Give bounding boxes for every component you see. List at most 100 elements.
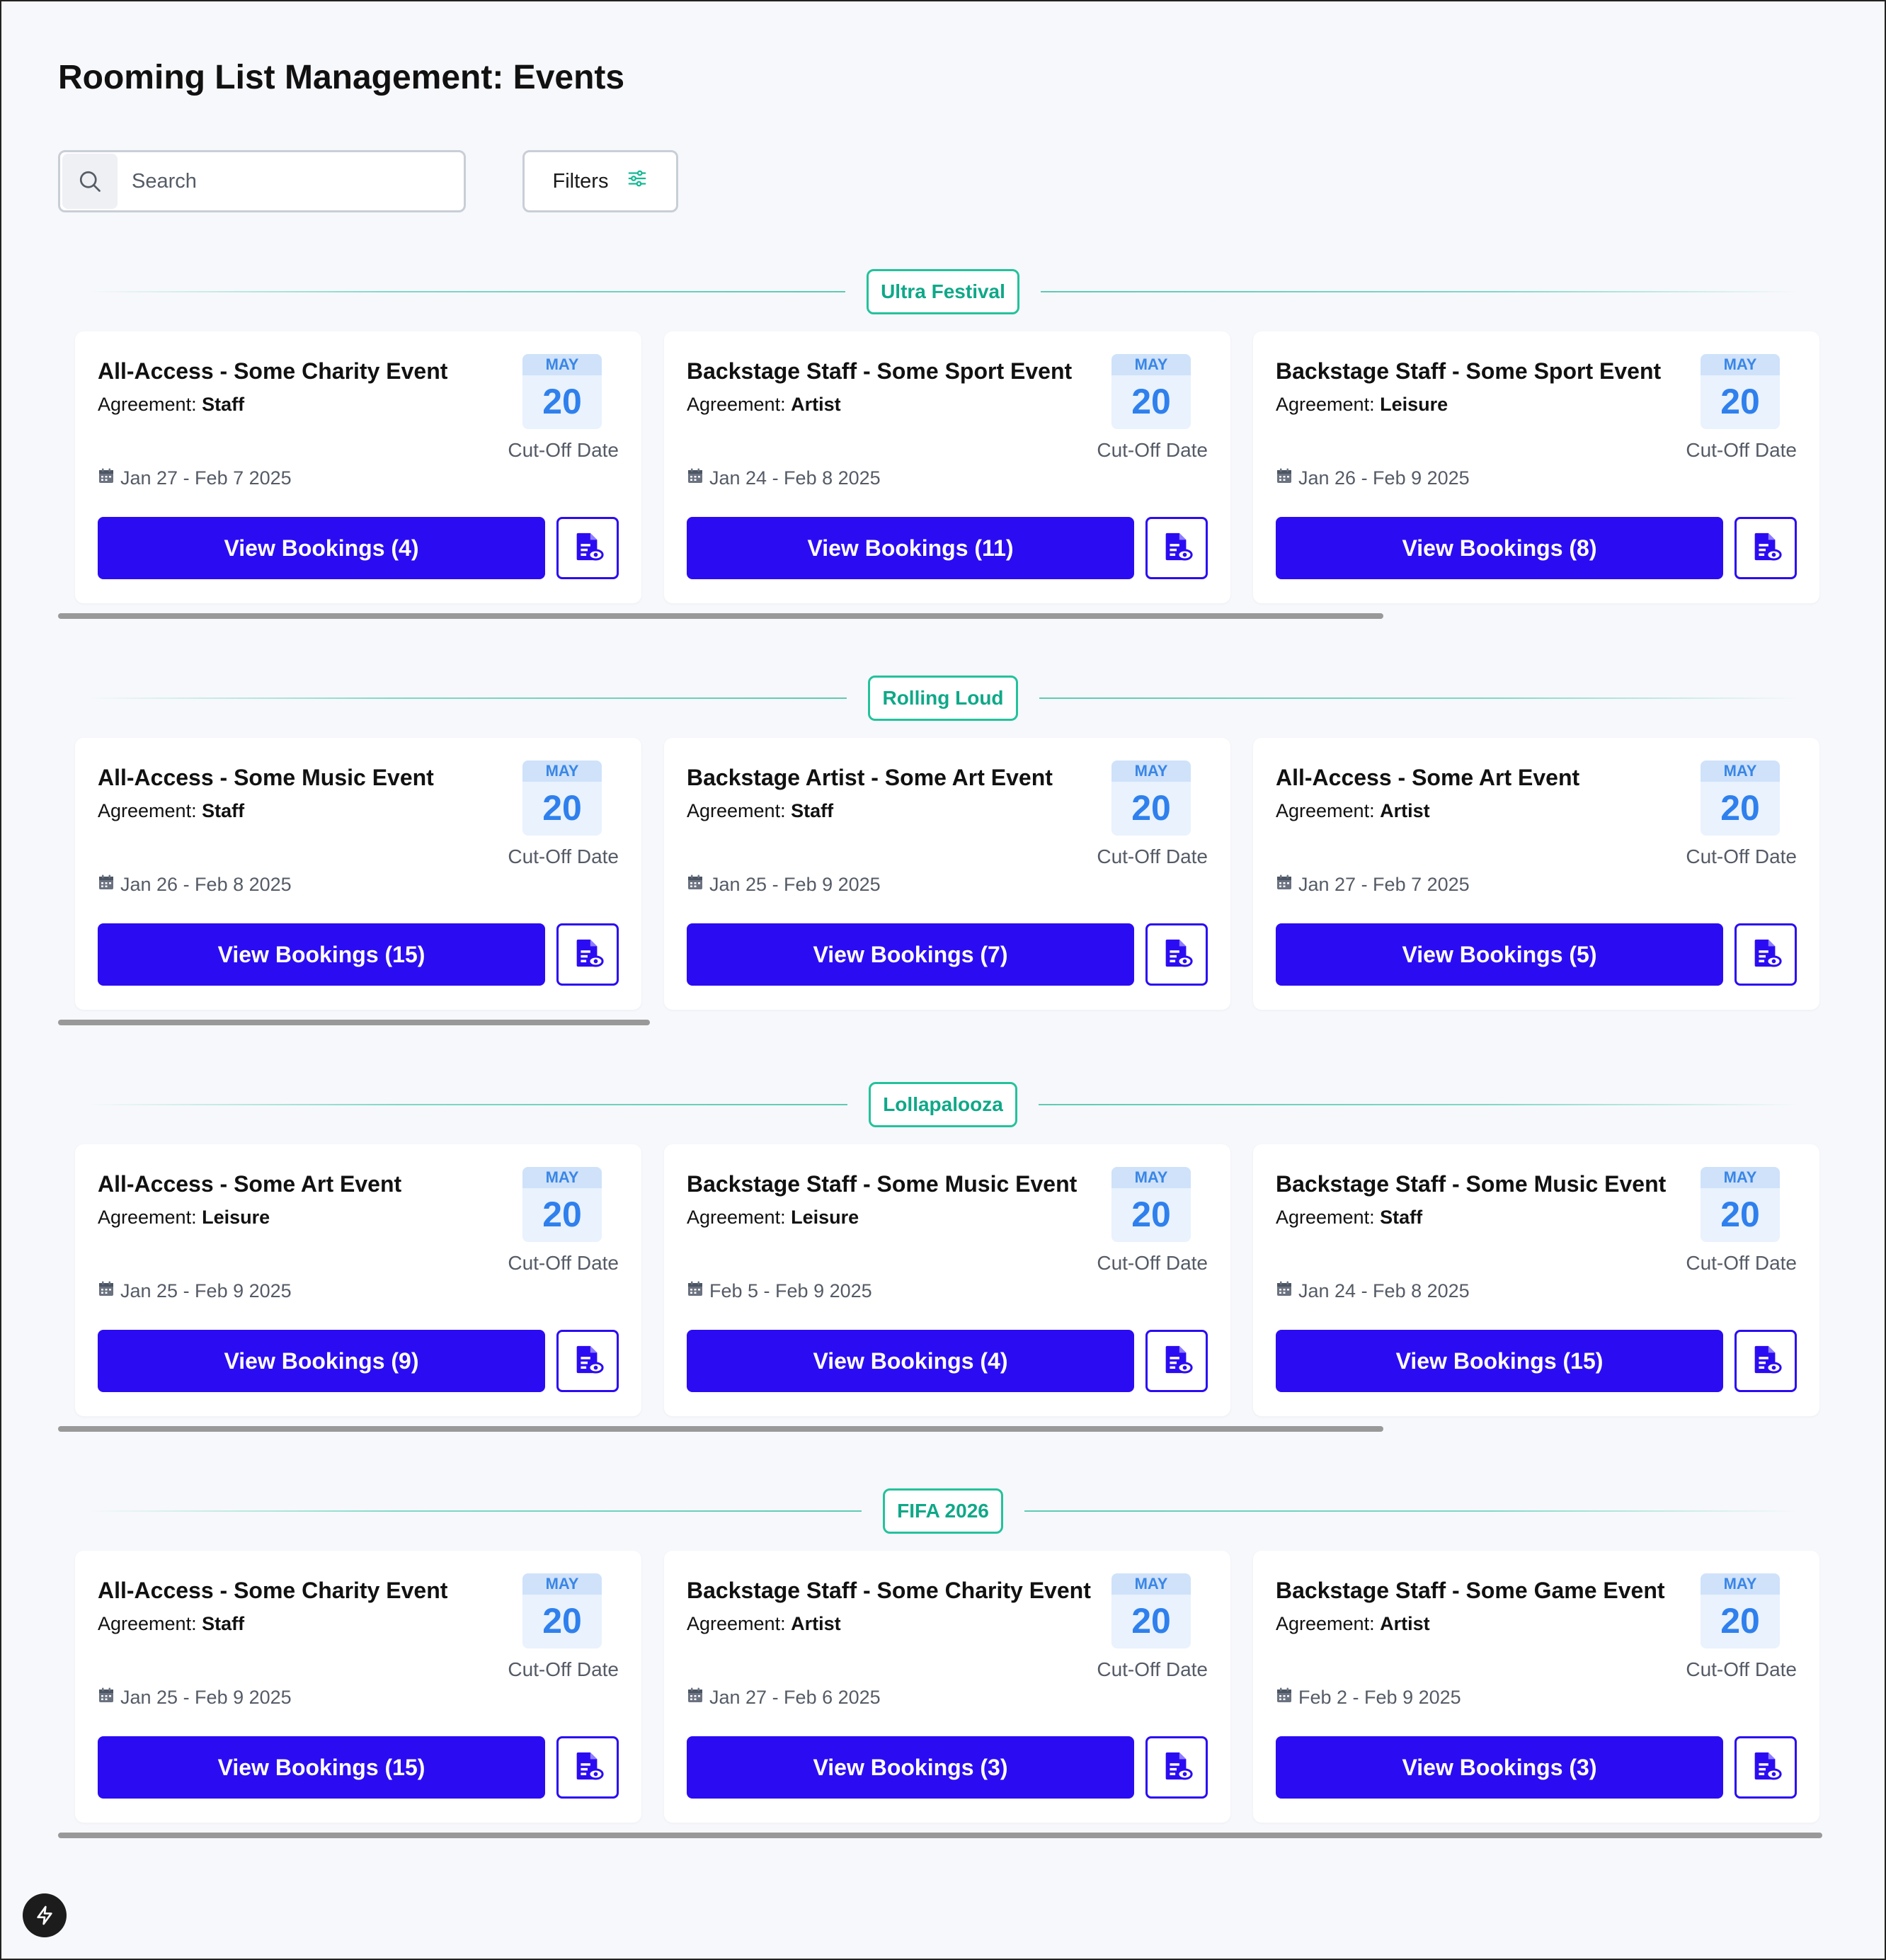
date-range-text: Jan 27 - Feb 7 2025 [120,467,292,489]
event-card: Backstage Staff - Some Sport Event Agreem… [1253,331,1819,603]
cutoff-day: 20 [1720,382,1760,421]
date-range-text: Feb 5 - Feb 9 2025 [709,1280,872,1301]
document-view-button[interactable] [1145,517,1208,579]
search-input[interactable] [130,169,442,194]
event-group: Rolling Loud All-Access - Some Music Even… [58,676,1828,1044]
view-bookings-button[interactable]: View Bookings (15) [98,1736,545,1799]
horizontal-scrollbar[interactable] [58,1020,650,1025]
view-bookings-button[interactable]: View Bookings (4) [687,1330,1134,1392]
horizontal-scrollbar[interactable] [58,1833,1822,1838]
cutoff-date-badge: MAY 20 [1701,1167,1780,1242]
cutoff-day: 20 [1720,1601,1760,1641]
document-view-button[interactable] [1734,1736,1797,1799]
calendar-icon [98,874,115,896]
card-title: Backstage Staff - Some Sport Event [1276,358,1662,384]
agreement-label: Agreement: [687,1613,786,1634]
cutoff-date-badge: MAY 20 [1701,1573,1780,1648]
document-view-button[interactable] [556,1330,619,1392]
cutoff-day: 20 [1131,382,1171,421]
agreement-label: Agreement: [98,1207,197,1228]
view-bookings-button[interactable]: View Bookings (15) [98,923,545,986]
agreement-value: Artist [1380,800,1430,821]
document-view-button[interactable] [556,923,619,986]
agreement-label: Agreement: [1276,1613,1375,1634]
cutoff-date-badge: MAY 20 [522,1573,602,1648]
document-view-button[interactable] [1145,923,1208,986]
date-range-text: Jan 25 - Feb 9 2025 [120,1687,292,1708]
view-bookings-button[interactable]: View Bookings (5) [1276,923,1723,986]
agreement: Agreement: Staff [687,800,833,822]
divider [1024,1510,1800,1512]
card-title: Backstage Staff - Some Music Event [687,1171,1078,1197]
document-view-button[interactable] [1734,517,1797,579]
date-range: Jan 26 - Feb 8 2025 [98,874,292,896]
document-view-button[interactable] [1145,1736,1208,1799]
agreement: Agreement: Artist [1276,800,1430,822]
group-name: Ultra Festival [881,280,1005,302]
cutoff-day: 20 [1720,1195,1760,1234]
document-view-button[interactable] [1734,923,1797,986]
view-bookings-button[interactable]: View Bookings (3) [1276,1736,1723,1799]
card-title: Backstage Staff - Some Game Event [1276,1578,1665,1603]
view-bookings-button[interactable]: View Bookings (4) [98,517,545,579]
document-view-button[interactable] [556,1736,619,1799]
agreement-label: Agreement: [1276,1207,1375,1228]
filters-button[interactable]: Filters [522,150,678,212]
calendar-icon [98,467,115,489]
event-group: Ultra Festival All-Access - Some Charity … [58,269,1828,637]
cutoff-day: 20 [1131,788,1171,828]
view-bookings-button[interactable]: View Bookings (3) [687,1736,1134,1799]
cutoff-date-badge: MAY 20 [1111,1573,1191,1648]
bolt-icon[interactable] [23,1893,67,1937]
agreement-value: Leisure [1380,394,1448,415]
cutoff-month: MAY [522,354,602,375]
document-view-button[interactable] [556,517,619,579]
view-bookings-button[interactable]: View Bookings (15) [1276,1330,1723,1392]
document-eye-icon [1160,530,1193,566]
cutoff-date-badge: MAY 20 [1701,354,1780,429]
card-title: Backstage Artist - Some Art Event [687,765,1053,790]
agreement-label: Agreement: [1276,800,1375,821]
toolbar: Filters [58,150,766,212]
agreement-label: Agreement: [687,800,786,821]
event-card: Backstage Staff - Some Sport Event Agreem… [664,331,1230,603]
divider [86,1510,862,1512]
event-card: Backstage Staff - Some Charity Event Agre… [664,1551,1230,1823]
card-title: All-Access - Some Charity Event [98,358,448,384]
document-view-button[interactable] [1145,1330,1208,1392]
cutoff-label: Cut-Off Date [1097,1252,1208,1274]
cutoff-day: 20 [1131,1601,1171,1641]
view-bookings-button[interactable]: View Bookings (9) [98,1330,545,1392]
card-title: Backstage Staff - Some Music Event [1276,1171,1667,1197]
card-title: Backstage Staff - Some Sport Event [687,358,1073,384]
view-bookings-button[interactable]: View Bookings (11) [687,517,1134,579]
event-card: All-Access - Some Charity Event Agreement… [75,331,641,603]
agreement-label: Agreement: [98,1613,197,1634]
cutoff-label: Cut-Off Date [1686,1252,1797,1274]
cutoff-month: MAY [522,1167,602,1188]
search-box[interactable] [58,150,466,212]
cutoff-day: 20 [542,1195,582,1234]
horizontal-scrollbar[interactable] [58,1426,1383,1432]
event-card: Backstage Staff - Some Music Event Agreem… [1253,1144,1819,1416]
agreement-value: Leisure [202,1207,270,1228]
date-range: Jan 24 - Feb 8 2025 [1276,1280,1470,1302]
agreement-label: Agreement: [1276,394,1375,415]
agreement: Agreement: Leisure [687,1207,859,1229]
divider [86,291,845,292]
agreement-value: Leisure [791,1207,859,1228]
calendar-icon [1276,1687,1293,1709]
cutoff-label: Cut-Off Date [1686,845,1797,867]
horizontal-scrollbar[interactable] [58,613,1383,619]
document-eye-icon [1749,937,1782,973]
view-bookings-button[interactable]: View Bookings (8) [1276,517,1723,579]
cutoff-day: 20 [542,788,582,828]
event-card: All-Access - Some Music Event Agreement: … [75,738,641,1010]
view-bookings-button[interactable]: View Bookings (7) [687,923,1134,986]
date-range-text: Jan 27 - Feb 6 2025 [709,1687,881,1708]
document-view-button[interactable] [1734,1330,1797,1392]
group-header: Lollapalooza [58,1082,1828,1127]
date-range: Jan 27 - Feb 7 2025 [1276,874,1470,896]
document-eye-icon [571,937,604,973]
cutoff-date-badge: MAY 20 [522,760,602,836]
